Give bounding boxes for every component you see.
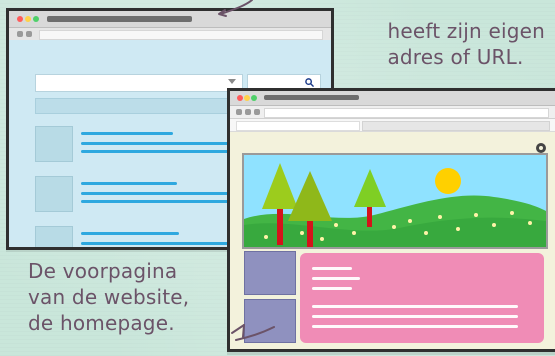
result-thumbnail	[35, 176, 73, 212]
minimize-dot-icon[interactable]	[25, 16, 31, 22]
window-titlebar	[9, 11, 331, 28]
sidebar-tile[interactable]	[244, 299, 296, 343]
text-line	[312, 325, 518, 328]
gear-icon[interactable]	[536, 143, 546, 153]
text-line	[312, 267, 352, 270]
content-card	[300, 253, 544, 343]
annotation-url-text: heeft zijn eigen adres of URL.	[387, 19, 545, 69]
result-thumbnail	[35, 226, 73, 247]
address-bar[interactable]	[39, 30, 323, 40]
minimize-dot-icon[interactable]	[244, 95, 250, 101]
address-bar[interactable]	[264, 108, 549, 118]
search-icon[interactable]	[305, 78, 314, 87]
back-icon[interactable]	[236, 109, 242, 115]
annotation-homepage-text: De voorpagina van de website, de homepag…	[28, 259, 190, 335]
text-line	[312, 305, 518, 308]
search-input[interactable]	[35, 74, 243, 92]
result-title-line	[81, 182, 177, 185]
maximize-dot-icon[interactable]	[33, 16, 39, 22]
browser-navbar	[230, 106, 555, 119]
text-line	[312, 287, 352, 290]
back-icon[interactable]	[17, 31, 23, 37]
sidebar-tiles	[244, 251, 296, 343]
sidebar-tile[interactable]	[244, 251, 296, 295]
chevron-down-icon[interactable]	[228, 79, 236, 84]
result-title-line	[81, 232, 179, 235]
browser-window-homepage	[227, 88, 555, 352]
close-dot-icon[interactable]	[237, 95, 243, 101]
forward-icon[interactable]	[245, 109, 251, 115]
text-line	[312, 277, 360, 280]
page-toolbar	[230, 119, 555, 132]
result-thumbnail	[35, 126, 73, 162]
hero-illustration	[244, 155, 546, 247]
forward-icon[interactable]	[26, 31, 32, 37]
hero-banner	[242, 153, 548, 249]
maximize-dot-icon[interactable]	[251, 95, 257, 101]
window-titlebar	[230, 91, 555, 106]
result-title-line	[81, 132, 173, 135]
toolbar-field[interactable]	[236, 121, 360, 131]
close-dot-icon[interactable]	[17, 16, 23, 22]
toolbar-strip	[362, 121, 550, 131]
text-line	[312, 315, 518, 318]
tab-strip[interactable]	[47, 16, 192, 22]
tab-strip[interactable]	[264, 95, 359, 100]
home-icon[interactable]	[254, 109, 260, 115]
